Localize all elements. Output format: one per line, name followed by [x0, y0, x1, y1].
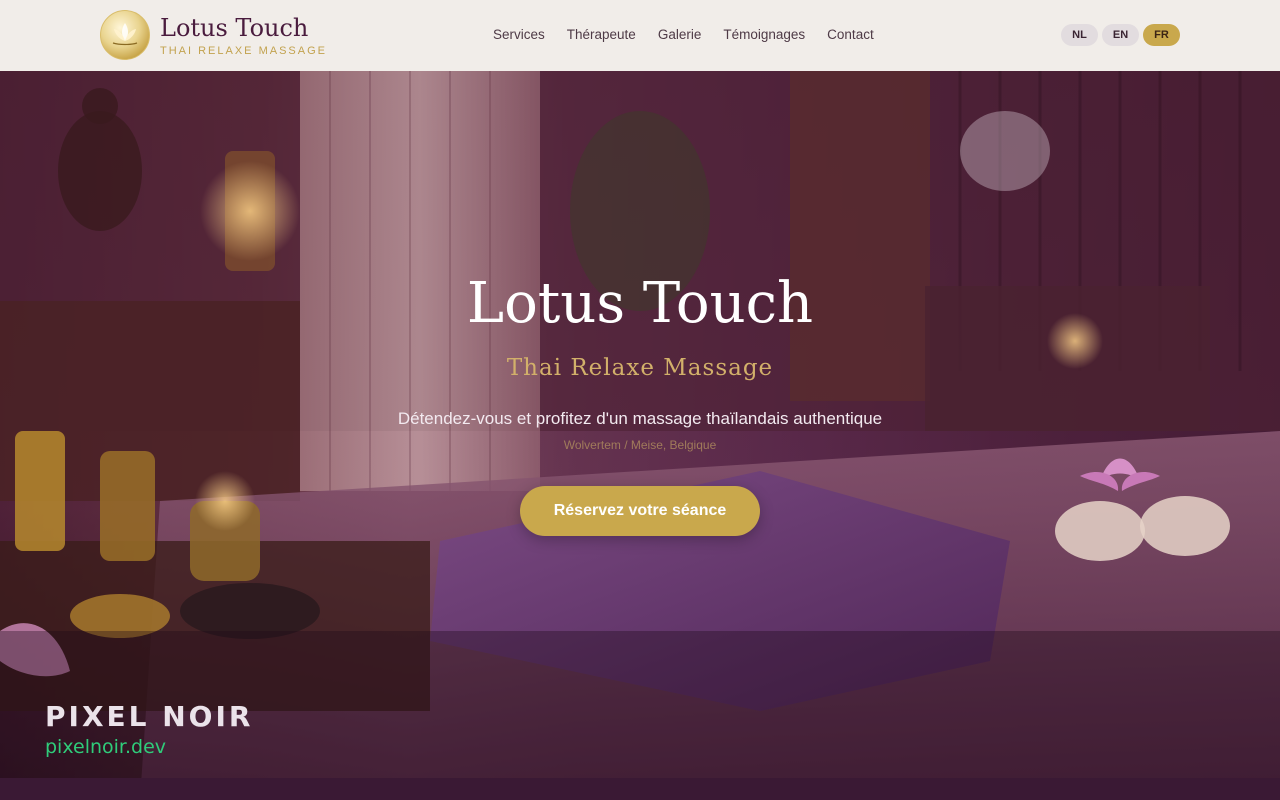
hero-tagline: Détendez-vous et profitez d'un massage t…: [397, 409, 883, 428]
watermark-url: pixelnoir.dev: [45, 736, 167, 758]
main-nav: Services Thérapeute Galerie Témoignages …: [493, 26, 896, 44]
hero-title: Lotus Touch: [466, 271, 814, 336]
watermark: PIXEL NOIR pixelnoir.dev: [45, 700, 253, 760]
brand[interactable]: Lotus Touch THAI RELAXE MASSAGE: [100, 10, 327, 60]
brand-subtitle: THAI RELAXE MASSAGE: [160, 45, 327, 57]
nav-link-services[interactable]: Services: [493, 26, 545, 44]
nav-link-therapeute[interactable]: Thérapeute: [567, 26, 636, 44]
watermark-title: PIXEL NOIR: [45, 700, 254, 733]
book-session-button[interactable]: Réservez votre séance: [520, 486, 760, 536]
brand-title: Lotus Touch: [160, 14, 309, 42]
lang-button-nl[interactable]: NL: [1061, 24, 1098, 46]
lotus-logo-icon: [100, 10, 150, 60]
bottom-bar: [0, 778, 1280, 800]
site-header: Lotus Touch THAI RELAXE MASSAGE Services…: [0, 0, 1280, 71]
hero-content: Lotus Touch Thai Relaxe Massage Détendez…: [0, 71, 1280, 800]
hero-section: Lotus Touch Thai Relaxe Massage Détendez…: [0, 71, 1280, 800]
hero-subtitle: Thai Relaxe Massage: [506, 355, 774, 381]
nav-link-galerie[interactable]: Galerie: [658, 26, 702, 44]
nav-link-temoignages[interactable]: Témoignages: [723, 26, 805, 44]
lang-button-fr[interactable]: FR: [1143, 24, 1180, 46]
nav-link-contact[interactable]: Contact: [827, 26, 874, 44]
hero-location: Wolvertem / Meise, Belgique: [563, 438, 717, 452]
language-switcher: NL EN FR: [1061, 24, 1180, 46]
lang-button-en[interactable]: EN: [1102, 24, 1139, 46]
